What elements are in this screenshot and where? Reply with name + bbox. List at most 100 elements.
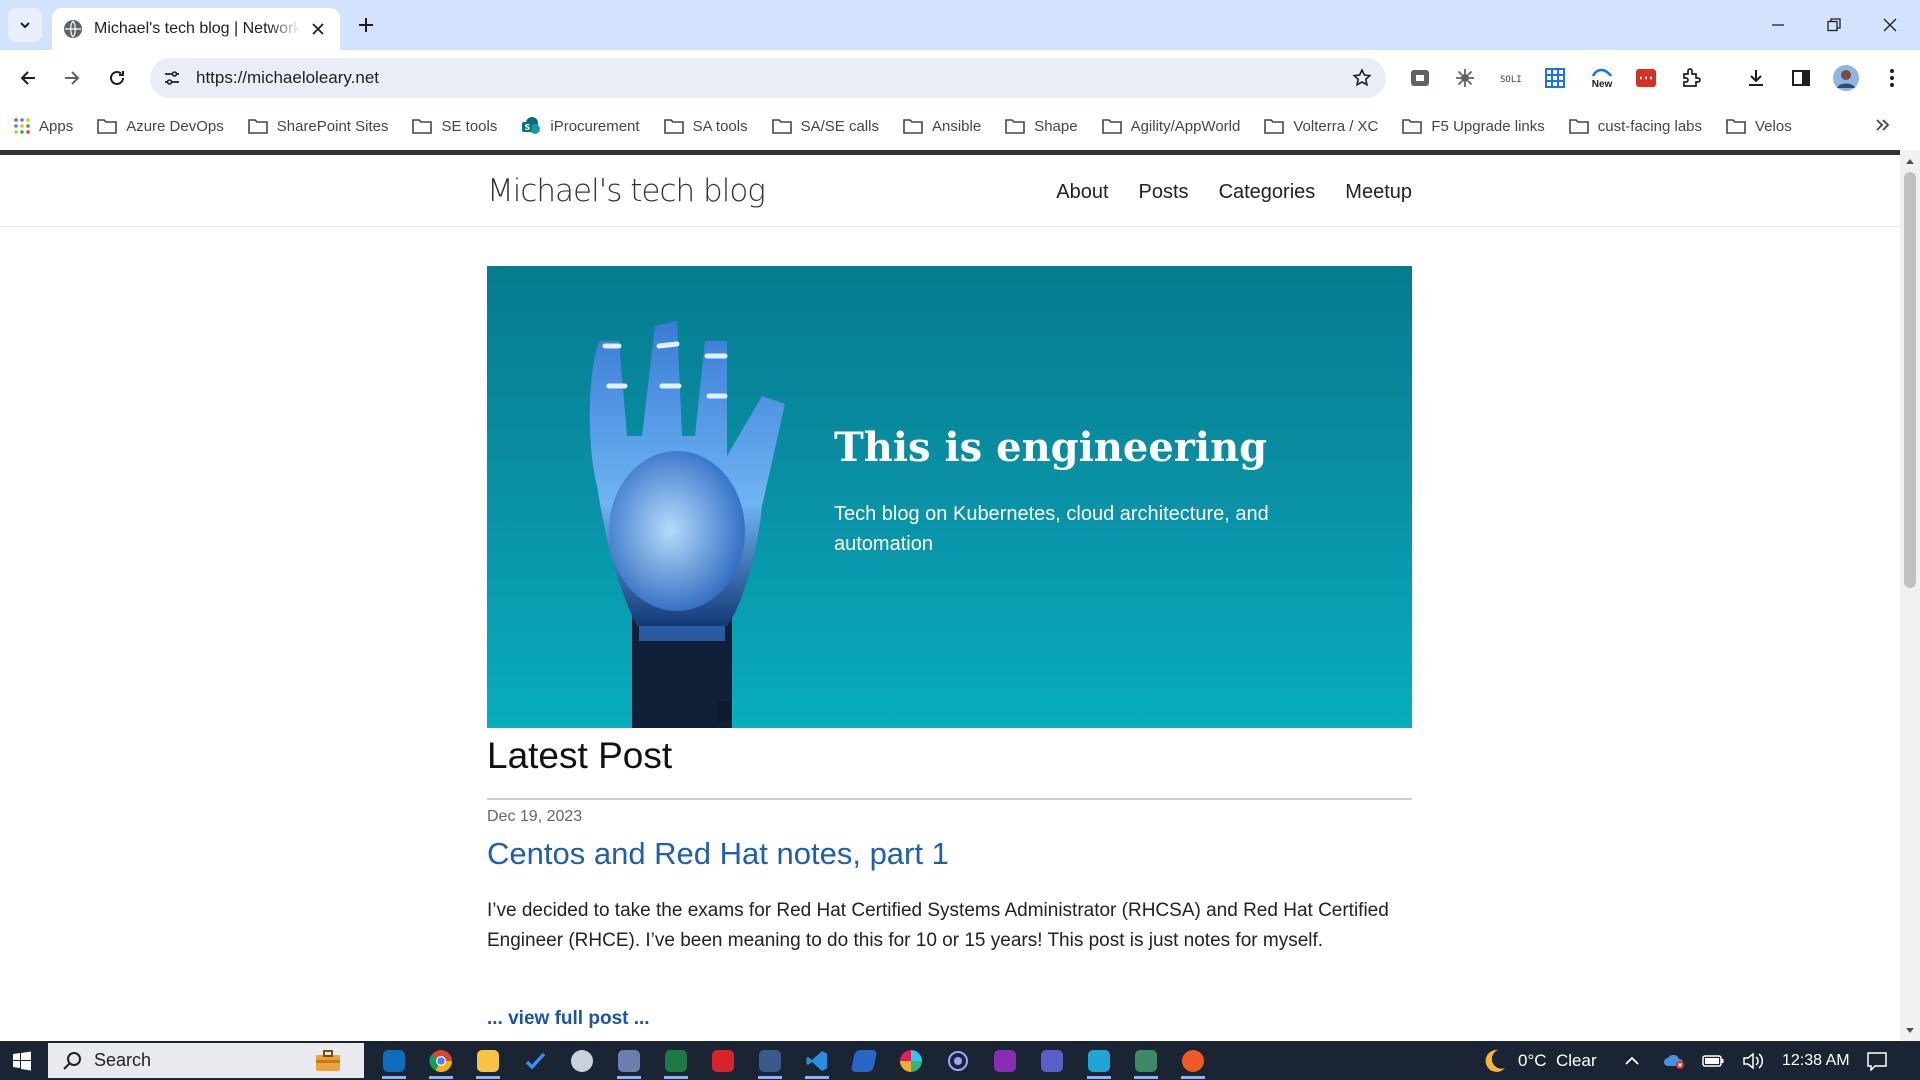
taskbar-todo-icon[interactable]: [515, 1045, 555, 1077]
taskbar-clock[interactable]: 12:38 AM: [1782, 1041, 1850, 1080]
page-scrollbar[interactable]: [1900, 150, 1920, 1041]
bookmark-item[interactable]: Velos: [1726, 118, 1792, 135]
svg-text:S: S: [525, 123, 531, 132]
taskbar-excel-icon[interactable]: [656, 1045, 696, 1079]
bookmark-item[interactable]: SiProcurement: [521, 116, 640, 136]
close-tab-icon[interactable]: [308, 19, 328, 39]
windows-taskbar: Search 0°C Clear 12:38 AM: [0, 1041, 1920, 1080]
onedrive-icon[interactable]: [1662, 1041, 1686, 1080]
extension-new-icon[interactable]: New: [1586, 64, 1618, 92]
bookmark-item[interactable]: SE tools: [412, 118, 497, 135]
volume-icon[interactable]: [1742, 1041, 1764, 1080]
extension-2-icon[interactable]: [1451, 64, 1479, 92]
bookmark-item[interactable]: Ansible: [903, 118, 981, 135]
bookmark-label: Shape: [1034, 117, 1078, 135]
bookmark-label: Volterra / XC: [1293, 117, 1379, 135]
extension-3-icon[interactable]: SOLI: [1496, 64, 1524, 92]
browser-menu-icon[interactable]: [1878, 64, 1906, 92]
bookmark-item[interactable]: cust-facing labs: [1568, 118, 1702, 135]
bookmark-item[interactable]: Apps: [14, 118, 73, 135]
bookmark-star-icon[interactable]: [1342, 68, 1382, 88]
bookmark-label: SE tools: [441, 117, 498, 135]
reload-icon: [110, 70, 124, 85]
taskbar-onenote-icon[interactable]: [985, 1045, 1025, 1077]
taskbar-vscode-icon[interactable]: [797, 1045, 837, 1079]
folder-icon: [771, 119, 792, 134]
taskbar-app-18-icon[interactable]: [1173, 1045, 1213, 1079]
reload-button[interactable]: [99, 60, 135, 96]
browser-tab[interactable]: Michael's tech blog | Network s: [52, 8, 340, 50]
bookmark-label: Agility/AppWorld: [1130, 117, 1241, 135]
back-button[interactable]: [10, 60, 46, 96]
bookmark-item[interactable]: Shape: [1005, 117, 1078, 135]
close-icon: [1883, 18, 1897, 32]
extension-1-icon[interactable]: [1406, 64, 1434, 92]
notifications-icon[interactable]: [1866, 1041, 1888, 1080]
section-divider: [487, 798, 1412, 800]
scroll-up-arrow-icon[interactable]: [1904, 155, 1916, 167]
post-title-link[interactable]: Centos and Red Hat notes, part 1: [487, 836, 949, 872]
folder-icon: [1726, 119, 1746, 134]
taskbar-app-5-icon[interactable]: [562, 1045, 602, 1077]
restore-button[interactable]: [1806, 0, 1862, 50]
taskbar-app-13-icon[interactable]: [938, 1045, 978, 1077]
nav-posts[interactable]: Posts: [1139, 181, 1189, 204]
plus-icon: [359, 18, 373, 32]
bookmark-item[interactable]: Volterra / XC: [1264, 118, 1378, 135]
profile-avatar[interactable]: [1832, 64, 1860, 92]
scroll-thumb[interactable]: [1904, 172, 1916, 588]
taskbar-slack-icon[interactable]: [891, 1045, 931, 1077]
scroll-down-arrow-icon[interactable]: [1904, 1025, 1916, 1037]
folder-icon: [247, 119, 268, 134]
moon-icon: [1485, 1049, 1505, 1072]
nav-about[interactable]: About: [1056, 181, 1108, 204]
bookmark-item[interactable]: SharePoint Sites: [247, 118, 388, 135]
minimize-icon: [1772, 24, 1784, 26]
weather-widget[interactable]: 0°C Clear: [1480, 1041, 1597, 1080]
extension-red-icon[interactable]: [1632, 64, 1660, 92]
battery-icon[interactable]: [1702, 1041, 1724, 1080]
bookmark-item[interactable]: F5 Upgrade links: [1402, 118, 1545, 135]
taskbar-chrome-icon[interactable]: [421, 1045, 461, 1079]
taskbar-outlook-icon[interactable]: [374, 1045, 414, 1079]
taskbar-acrobat-icon[interactable]: [703, 1045, 743, 1077]
taskbar-file-explorer-icon[interactable]: [468, 1045, 508, 1079]
taskbar-search-box[interactable]: Search: [48, 1043, 364, 1078]
new-tab-button[interactable]: [352, 11, 380, 39]
site-title-link[interactable]: Michael's tech blog: [487, 173, 766, 209]
nav-categories[interactable]: Categories: [1219, 181, 1316, 204]
url-text[interactable]: https://michaeloleary.net: [196, 68, 1342, 88]
forward-button[interactable]: [54, 60, 90, 96]
extension-new-label: New: [1591, 79, 1613, 90]
taskbar-app-17-icon[interactable]: [1126, 1045, 1166, 1079]
taskbar-app-6-icon[interactable]: [609, 1045, 649, 1079]
address-bar[interactable]: https://michaeloleary.net: [150, 58, 1386, 98]
latest-post-heading: Latest Post: [487, 735, 673, 776]
bookmark-item[interactable]: Azure DevOps: [97, 118, 224, 135]
bookmark-item[interactable]: SA tools: [663, 118, 748, 135]
taskbar-powershell-icon[interactable]: [844, 1045, 884, 1077]
start-button[interactable]: [0, 1041, 44, 1080]
view-full-post-link[interactable]: ... view full post ...: [487, 1008, 650, 1030]
site-info-icon[interactable]: [152, 69, 192, 87]
taskbar-app-9-icon[interactable]: [750, 1045, 790, 1079]
extensions-puzzle-icon[interactable]: [1677, 64, 1705, 92]
site-header: Michael's tech blog About Posts Categori…: [0, 155, 1900, 227]
nav-meetup[interactable]: Meetup: [1345, 181, 1412, 204]
browser-toolbar: https://michaeloleary.net SOLI New: [0, 50, 1920, 106]
tray-overflow-chevron-icon[interactable]: [1624, 1041, 1640, 1080]
close-window-button[interactable]: [1862, 0, 1918, 50]
taskbar-teams-icon[interactable]: [1032, 1045, 1072, 1077]
bookmark-item[interactable]: Agility/AppWorld: [1101, 117, 1241, 135]
tab-search-button[interactable]: [8, 8, 42, 42]
extension-grid-icon[interactable]: [1541, 64, 1569, 92]
taskbar-app-16-icon[interactable]: [1079, 1045, 1119, 1079]
side-panel-icon[interactable]: [1787, 64, 1815, 92]
folder-icon: [903, 119, 923, 134]
weather-text: 0°C Clear: [1518, 1050, 1597, 1070]
bookmarks-overflow-chevron-icon[interactable]: [1874, 116, 1892, 139]
download-icon[interactable]: [1742, 64, 1770, 92]
bookmark-item[interactable]: SA/SE calls: [771, 118, 879, 135]
post-date: Dec 19, 2023: [487, 808, 583, 825]
minimize-button[interactable]: [1750, 0, 1806, 50]
